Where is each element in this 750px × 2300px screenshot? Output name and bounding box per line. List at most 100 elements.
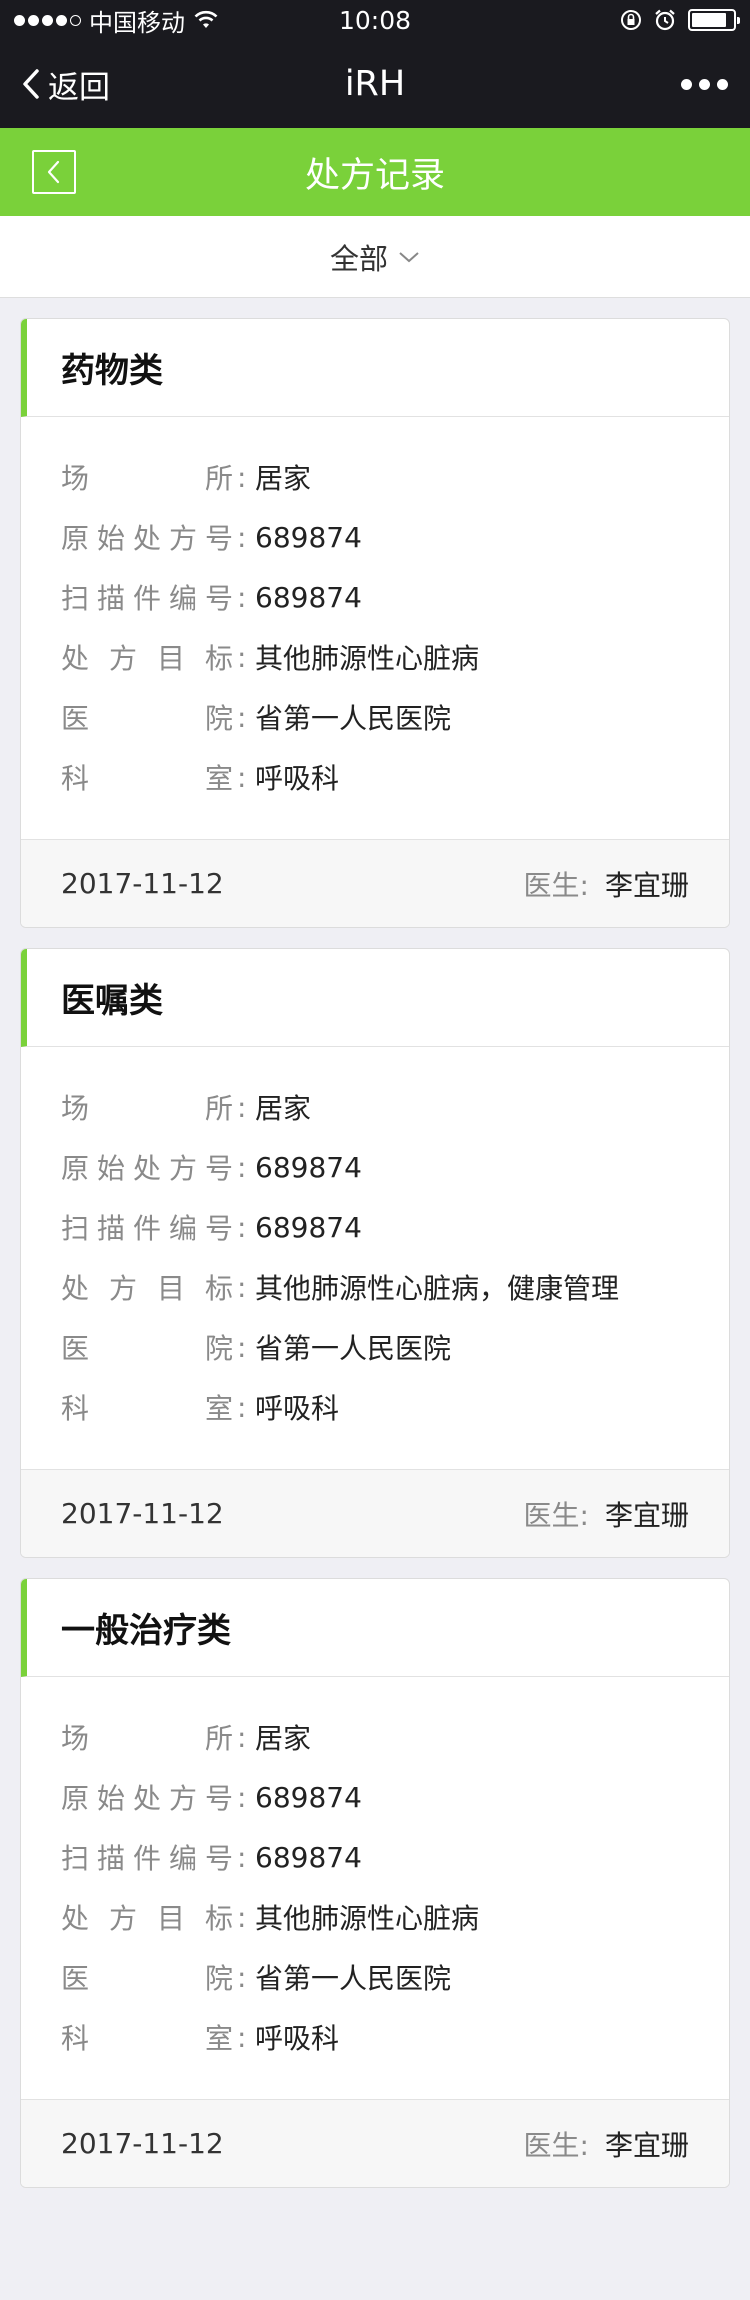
field-colon: :: [237, 1150, 247, 1184]
field-label: 处方目标: [61, 1902, 233, 1935]
signal-dot: [28, 14, 39, 26]
back-button[interactable]: 返回: [22, 62, 110, 107]
field-label: 扫描件编号: [61, 582, 233, 615]
field-value: 呼吸科: [255, 762, 340, 795]
field-value: 689874: [255, 1780, 362, 1814]
field-colon: :: [237, 1720, 247, 1754]
card-body: 场所: 居家 原始处方号:689874 扫描件编号:689874 处方目标: 其他肺源性心…: [21, 1677, 729, 2099]
field-label: 原始处方号: [61, 1152, 233, 1185]
card-body: 场所: 居家 原始处方号:689874 扫描件编号:689874 处方目标: 其他肺源性心…: [21, 1047, 729, 1469]
field-colon: :: [237, 1960, 247, 1994]
field-value: 其他肺源性心脏病: [255, 1902, 480, 1935]
field-row: 原始处方号:689874: [61, 507, 729, 567]
prescription-date: 2017-11-12: [61, 2127, 224, 2160]
field-value: 689874: [255, 580, 362, 614]
field-row: 扫描件编号:689874: [61, 1197, 729, 1257]
field-colon: :: [237, 1270, 247, 1304]
doctor-label: 医生:: [523, 868, 589, 902]
prescription-card[interactable]: 一般治疗类 场所: 居家 原始处方号:689874 扫描件编号:689874 处方目标:…: [20, 1578, 730, 2188]
prescription-card[interactable]: 药物类 场所: 居家 原始处方号:689874 扫描件编号:689874 处方目标: 其他…: [20, 318, 730, 928]
field-label: 原始处方号: [61, 522, 233, 555]
status-left: 中国移动: [14, 3, 219, 38]
field-colon: :: [237, 700, 247, 734]
field-colon: :: [237, 580, 247, 614]
field-label: 场所: [61, 462, 233, 495]
field-label: 处方目标: [61, 642, 233, 675]
cellular-signal-icon: [14, 14, 81, 26]
status-bar: 中国移动 10:08: [0, 0, 750, 40]
card-title: 一般治疗类: [61, 1611, 231, 1651]
card-title: 医嘱类: [61, 981, 163, 1021]
page-header: 处方记录: [0, 128, 750, 216]
field-row: 科室: 呼吸科: [61, 2007, 729, 2067]
prescription-card[interactable]: 医嘱类 场所: 居家 原始处方号:689874 扫描件编号:689874 处方目标: 其他…: [20, 948, 730, 1558]
doctor-label: 医生:: [523, 1498, 589, 1532]
app-title: iRH: [344, 64, 406, 104]
field-colon: :: [237, 2020, 247, 2054]
doctor-name: 李宜珊: [604, 868, 689, 902]
field-row: 扫描件编号:689874: [61, 567, 729, 627]
field-colon: :: [237, 1900, 247, 1934]
field-value: 其他肺源性心脏病: [255, 642, 480, 675]
back-label: 返回: [48, 69, 110, 106]
signal-dot: [14, 14, 25, 26]
field-label: 医院: [61, 702, 233, 735]
field-row: 原始处方号:689874: [61, 1767, 729, 1827]
field-colon: :: [237, 1210, 247, 1244]
field-row: 医院: 省第一人民医院: [61, 1947, 729, 2007]
card-body: 场所: 居家 原始处方号:689874 扫描件编号:689874 处方目标: 其他肺源性心…: [21, 417, 729, 839]
category-filter-dropdown[interactable]: 全部: [330, 236, 420, 278]
field-row: 科室: 呼吸科: [61, 747, 729, 807]
doctor-label: 医生:: [523, 2128, 589, 2162]
header-back-button[interactable]: [32, 150, 76, 194]
doctor-info: 医生: 李宜珊: [524, 864, 689, 904]
field-colon: :: [237, 1390, 247, 1424]
field-colon: :: [237, 1780, 247, 1814]
page-title: 处方记录: [304, 155, 445, 196]
field-row: 处方目标: 其他肺源性心脏病: [61, 1887, 729, 1947]
field-colon: :: [237, 1090, 247, 1124]
field-colon: :: [237, 640, 247, 674]
field-value: 呼吸科: [255, 1392, 340, 1425]
status-right: [620, 9, 740, 31]
field-label: 场所: [61, 1722, 233, 1755]
field-label: 科室: [61, 762, 233, 795]
field-value: 689874: [255, 1840, 362, 1874]
field-label: 科室: [61, 2022, 233, 2055]
field-label: 医院: [61, 1962, 233, 1995]
field-label: 原始处方号: [61, 1782, 233, 1815]
field-row: 场所: 居家: [61, 447, 729, 507]
doctor-info: 医生: 李宜珊: [524, 2124, 689, 2164]
field-value: 其他肺源性心脏病，健康管理: [255, 1272, 620, 1305]
prescription-date: 2017-11-12: [61, 1497, 224, 1530]
field-row: 场所: 居家: [61, 1077, 729, 1137]
field-label: 扫描件编号: [61, 1212, 233, 1245]
field-row: 原始处方号:689874: [61, 1137, 729, 1197]
alarm-icon: [655, 9, 675, 31]
doctor-name: 李宜珊: [604, 2128, 689, 2162]
field-label: 处方目标: [61, 1272, 233, 1305]
more-menu-button[interactable]: [681, 69, 728, 100]
more-dot-icon: [681, 78, 692, 90]
doctor-name: 李宜珊: [604, 1498, 689, 1532]
field-value: 689874: [255, 520, 362, 554]
field-value: 省第一人民医院: [255, 1962, 452, 1995]
battery-icon: [688, 9, 740, 31]
field-value: 呼吸科: [255, 2022, 340, 2055]
field-row: 医院: 省第一人民医院: [61, 687, 729, 747]
field-row: 扫描件编号:689874: [61, 1827, 729, 1887]
nav-bar: 返回 iRH: [0, 40, 750, 128]
field-colon: :: [237, 760, 247, 794]
card-footer: 2017-11-12 医生: 李宜珊: [21, 839, 729, 927]
field-colon: :: [237, 460, 247, 494]
field-value: 居家: [255, 1722, 312, 1755]
field-value: 689874: [255, 1210, 362, 1244]
chevron-down-icon: [399, 251, 419, 262]
field-colon: :: [237, 1330, 247, 1364]
field-value: 689874: [255, 1150, 362, 1184]
rotation-lock-icon: [621, 10, 641, 30]
more-dot-icon: [717, 78, 728, 90]
signal-dot: [42, 14, 53, 26]
field-label: 医院: [61, 1332, 233, 1365]
carrier-name: 中国移动: [89, 8, 185, 37]
